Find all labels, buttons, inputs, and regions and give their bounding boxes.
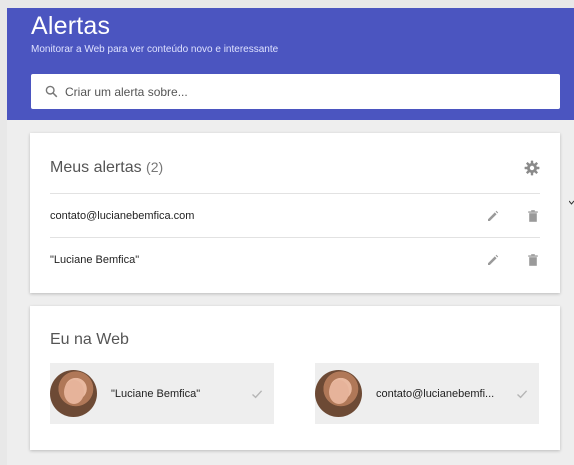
alert-label: "Luciane Bemfica"	[50, 253, 140, 266]
avatar	[315, 370, 362, 417]
pencil-icon[interactable]	[486, 209, 500, 223]
avatar	[50, 370, 97, 417]
my-alerts-count: (2)	[146, 159, 164, 175]
web-suggestion-label: contato@lucianebemfi...	[376, 387, 495, 400]
search-icon	[45, 85, 58, 98]
dropdown-marker-icon	[568, 194, 574, 205]
web-suggestion-item[interactable]: contato@lucianebemfi...	[315, 363, 539, 424]
create-alert-search-box[interactable]	[31, 74, 560, 109]
page-subtitle: Monitorar a Web para ver conteúdo novo e…	[31, 44, 279, 55]
page-title: Alertas	[31, 12, 111, 40]
me-on-web-card: Eu na Web "Luciane Bemfica" contato@luci…	[30, 306, 560, 450]
create-alert-input[interactable]	[65, 84, 545, 99]
trash-icon[interactable]	[526, 253, 540, 267]
web-suggestion-item[interactable]: "Luciane Bemfica"	[50, 363, 274, 424]
window-frame-left	[0, 0, 7, 465]
my-alerts-card: Meus alertas (2) contato@lucianebemfica.…	[30, 133, 560, 293]
alert-row[interactable]: "Luciane Bemfica"	[50, 237, 540, 281]
me-on-web-title: Eu na Web	[50, 331, 129, 348]
check-icon[interactable]	[515, 387, 529, 401]
alert-label: contato@lucianebemfica.com	[50, 209, 195, 222]
my-alerts-heading: Meus alertas (2)	[50, 159, 163, 177]
trash-icon[interactable]	[526, 209, 540, 223]
window-frame-top	[0, 0, 574, 8]
app-header: Alertas Monitorar a Web para ver conteúd…	[7, 8, 574, 120]
check-icon[interactable]	[250, 387, 264, 401]
my-alerts-title: Meus alertas	[50, 159, 142, 176]
web-suggestion-label: "Luciane Bemfica"	[111, 387, 201, 400]
pencil-icon[interactable]	[486, 253, 500, 267]
alert-row[interactable]: contato@lucianebemfica.com	[50, 193, 540, 237]
gear-icon[interactable]	[524, 160, 540, 176]
